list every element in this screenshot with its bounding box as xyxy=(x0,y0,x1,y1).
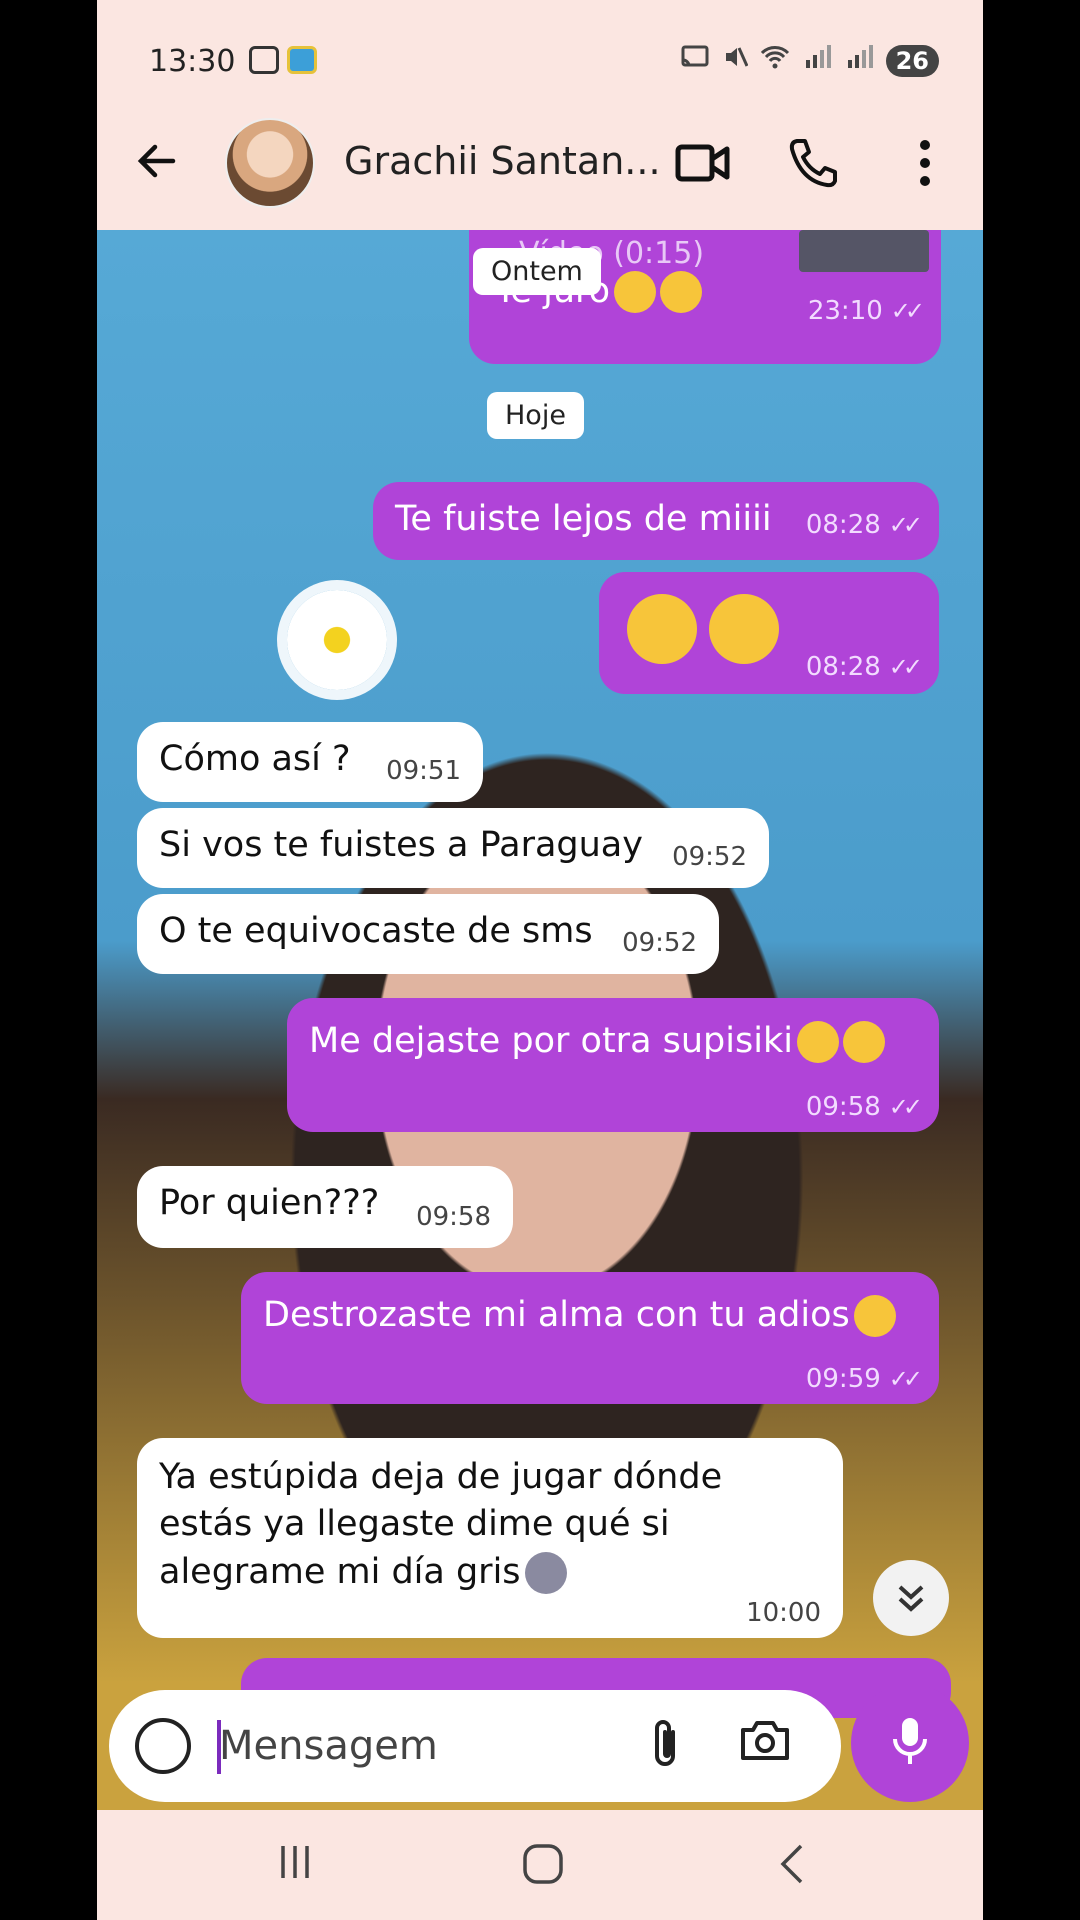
pleading-face-emoji-icon xyxy=(709,594,779,664)
message-input-bar xyxy=(109,1690,841,1802)
cast-icon xyxy=(680,44,710,77)
video-call-icon[interactable] xyxy=(675,135,731,191)
message-text: Te fuiste lejos de miiii xyxy=(395,499,772,539)
mic-icon xyxy=(890,1715,930,1771)
weary-emoji-icon xyxy=(842,1021,885,1063)
back-arrow-icon[interactable] xyxy=(133,137,181,194)
message-meta: 23:10 ✓✓ xyxy=(807,296,925,326)
message-meta: 09:59 ✓✓ xyxy=(805,1364,923,1394)
message-bubble[interactable]: O te equivocaste de sms 09:52 xyxy=(137,894,719,974)
phone-icon[interactable] xyxy=(785,135,841,191)
laughing-emoji-icon xyxy=(660,271,703,313)
scroll-down-icon[interactable] xyxy=(873,1560,949,1636)
grey-heart-emoji-icon xyxy=(524,1551,567,1594)
message-time: 09:51 xyxy=(386,756,461,786)
signal-2-icon xyxy=(844,44,874,77)
message-text: Por quien??? xyxy=(159,1183,380,1223)
pleading-face-emoji-icon xyxy=(627,594,697,664)
contact-avatar[interactable] xyxy=(225,118,315,208)
grimacing-emoji-icon xyxy=(796,1021,839,1063)
message-bubble[interactable]: Me dejaste por otra supisiki 09:58 ✓✓ xyxy=(287,998,939,1132)
attach-icon[interactable] xyxy=(649,1718,683,1781)
status-left-icons xyxy=(249,46,317,74)
message-time: 10:00 xyxy=(746,1598,821,1628)
status-right-icons: 26 xyxy=(680,44,939,77)
daisy-sticker xyxy=(287,590,387,690)
wifi-icon xyxy=(760,44,790,77)
message-text: Cómo así ? xyxy=(159,739,351,779)
phone-screen: 13:30 26 Grachii Santan... Vídeo (0:15) … xyxy=(97,0,983,1920)
battery-badge: 26 xyxy=(885,44,939,77)
message-bubble[interactable]: Por quien??? 09:58 xyxy=(137,1166,513,1248)
message-meta: 08:28 ✓✓ xyxy=(805,652,923,682)
navigation-bar xyxy=(97,1812,983,1920)
sad-tear-emoji-icon xyxy=(853,1295,896,1337)
contact-name[interactable]: Grachii Santan... xyxy=(344,139,661,183)
date-divider-yesterday: Ontem xyxy=(473,248,601,295)
message-input[interactable] xyxy=(219,1716,619,1776)
message-text: Si vos te fuistes a Paraguay xyxy=(159,825,643,865)
emoji-icon[interactable] xyxy=(135,1718,191,1774)
status-bar: 13:30 26 xyxy=(97,0,983,115)
message-meta: 08:28 ✓✓ xyxy=(805,510,923,540)
camera-icon[interactable] xyxy=(739,1718,795,1768)
date-divider-today: Hoje xyxy=(487,392,584,439)
message-text: O te equivocaste de sms xyxy=(159,911,593,951)
message-text xyxy=(623,594,787,664)
recents-icon[interactable] xyxy=(275,1842,315,1892)
home-icon[interactable] xyxy=(521,1842,565,1896)
video-thumbnail[interactable] xyxy=(799,230,929,272)
signal-icon xyxy=(802,44,832,77)
message-time: 09:52 xyxy=(622,928,697,958)
mic-button[interactable] xyxy=(851,1684,969,1802)
chat-area[interactable]: Vídeo (0:15) Te juro 23:10✓✓ Ontem Hoje … xyxy=(97,230,983,1810)
message-bubble[interactable]: Cómo así ? 09:51 xyxy=(137,722,483,802)
message-text: Me dejaste por otra supisiki xyxy=(309,1020,885,1063)
back-nav-icon[interactable] xyxy=(777,1842,807,1896)
app-notification-icon xyxy=(287,46,317,74)
message-meta: 09:58 ✓✓ xyxy=(805,1092,923,1122)
laughing-emoji-icon xyxy=(614,271,657,313)
message-bubble[interactable]: Te fuiste lejos de miiii 08:28 ✓✓ xyxy=(373,482,939,560)
message-bubble[interactable]: Ya estúpida deja de jugar dónde estás ya… xyxy=(137,1438,843,1638)
screen-record-icon xyxy=(249,46,279,74)
chat-header: Grachii Santan... xyxy=(97,115,983,230)
message-bubble[interactable]: Si vos te fuistes a Paraguay 09:52 xyxy=(137,808,769,888)
more-icon[interactable] xyxy=(897,135,953,191)
message-bubble[interactable]: Destrozaste mi alma con tu adios 09:59 ✓✓ xyxy=(241,1272,939,1404)
message-text: Ya estúpida deja de jugar dónde estás ya… xyxy=(159,1457,723,1594)
message-bubble-emoji[interactable]: 08:28 ✓✓ xyxy=(599,572,939,694)
message-time: 09:52 xyxy=(672,842,747,872)
status-time: 13:30 xyxy=(149,44,236,79)
message-text: Destrozaste mi alma con tu adios xyxy=(263,1294,896,1337)
mute-icon xyxy=(722,44,748,77)
message-time: 09:58 xyxy=(416,1202,491,1232)
